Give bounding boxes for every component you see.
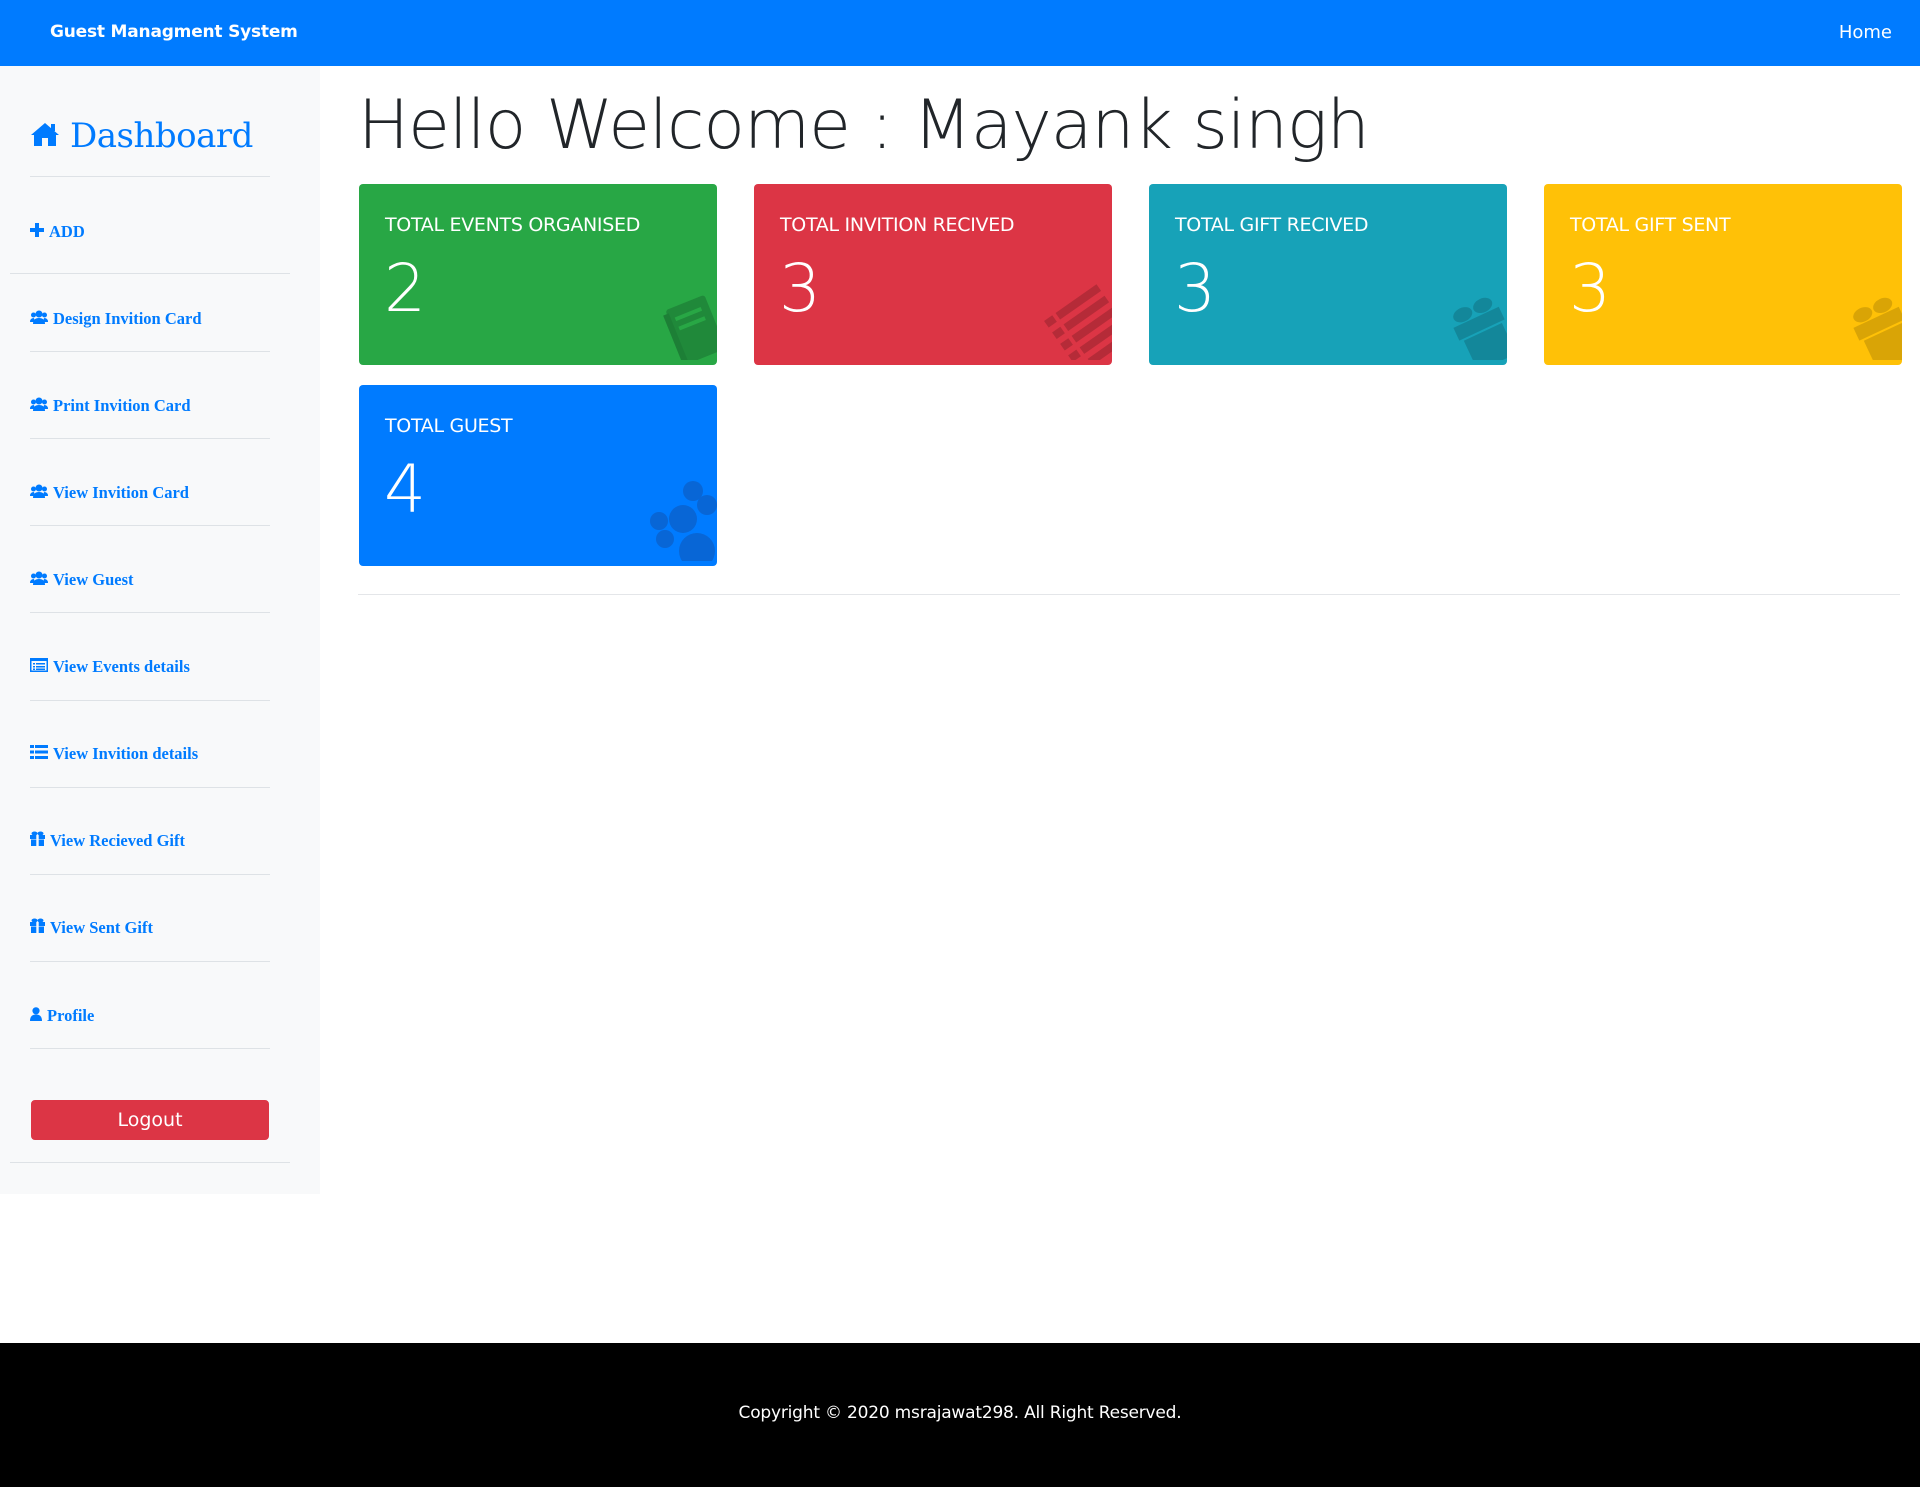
sidebar-item-add[interactable]: ADD: [30, 222, 85, 242]
footer: Copyright © 2020 msrajawat298. All Right…: [0, 1343, 1920, 1487]
sidebar-item-label: Print Invition Card: [53, 396, 191, 415]
card-value: 3: [1569, 250, 1611, 327]
gift-icon: [30, 918, 45, 938]
card-value: 4: [384, 451, 426, 528]
sidebar-item-label: View Invition Card: [53, 483, 189, 502]
stat-card-invitions: TOTAL INVITION RECIVED 3: [754, 184, 1112, 365]
divider: [30, 874, 270, 875]
home-icon: [30, 116, 60, 156]
plus-icon: [30, 222, 44, 242]
brand-link[interactable]: Guest Managment System: [50, 22, 298, 42]
card-value: 2: [384, 250, 426, 327]
card-title: TOTAL INVITION RECIVED: [780, 214, 1015, 236]
sidebar-item-label: View Recieved Gift: [50, 831, 186, 850]
divider: [30, 961, 270, 962]
divider: [30, 176, 270, 177]
sidebar-item-view-guest[interactable]: View Guest: [30, 570, 134, 590]
dashboard-title: Dashboard: [70, 116, 253, 156]
sidebar: Dashboard ADD Design Invition Card Print…: [0, 66, 320, 1194]
copyright-text: Copyright © 2020 msrajawat298. All Right…: [738, 1403, 1182, 1423]
top-navbar: Guest Managment System Home: [0, 0, 1920, 66]
divider: [30, 1048, 270, 1049]
users-icon: [30, 396, 48, 416]
welcome-heading: Hello Welcome : Mayank singh: [358, 86, 1370, 165]
users-icon: [30, 483, 48, 503]
divider: [30, 612, 270, 613]
users-icon: [645, 479, 717, 566]
card-title: TOTAL GIFT RECIVED: [1175, 214, 1369, 236]
dashboard-link[interactable]: Dashboard: [30, 116, 253, 156]
divider: [10, 273, 290, 274]
sidebar-item-label: Design Invition Card: [53, 309, 202, 328]
divider: [30, 438, 270, 439]
divider: [30, 525, 270, 526]
stat-card-guest: TOTAL GUEST 4: [359, 385, 717, 566]
card-title: TOTAL GUEST: [385, 415, 513, 437]
sidebar-item-label: View Invition details: [53, 744, 199, 763]
sidebar-item-label: ADD: [49, 222, 85, 241]
sidebar-item-label: Profile: [47, 1006, 95, 1025]
gift-icon: [1847, 290, 1902, 365]
card-value: 3: [779, 250, 821, 327]
stat-card-events: TOTAL EVENTS ORGANISED 2: [359, 184, 717, 365]
users-icon: [30, 309, 48, 329]
sidebar-item-label: View Guest: [53, 570, 134, 589]
book-icon: [657, 280, 717, 365]
sidebar-item-label: View Events details: [53, 657, 190, 676]
sidebar-item-view-events-details[interactable]: View Events details: [30, 657, 190, 677]
card-title: TOTAL GIFT SENT: [1570, 214, 1731, 236]
divider: [30, 700, 270, 701]
card-title: TOTAL EVENTS ORGANISED: [385, 214, 641, 236]
logout-button[interactable]: Logout: [31, 1100, 269, 1140]
stat-card-gift-sent: TOTAL GIFT SENT 3: [1544, 184, 1902, 365]
sidebar-item-view-recieved-gift[interactable]: View Recieved Gift: [30, 831, 185, 851]
gift-icon: [1447, 290, 1507, 365]
divider: [10, 1162, 290, 1163]
list-icon: [30, 744, 48, 764]
sidebar-item-view-sent-gift[interactable]: View Sent Gift: [30, 918, 153, 938]
sidebar-item-view-invition-card[interactable]: View Invition Card: [30, 483, 189, 503]
sidebar-item-design-invition-card[interactable]: Design Invition Card: [30, 309, 202, 329]
gift-icon: [30, 831, 45, 851]
sidebar-item-view-invition-details[interactable]: View Invition details: [30, 744, 198, 764]
stat-card-gift-recived: TOTAL GIFT RECIVED 3: [1149, 184, 1507, 365]
sidebar-item-profile[interactable]: Profile: [30, 1006, 94, 1026]
sidebar-item-print-invition-card[interactable]: Print Invition Card: [30, 396, 191, 416]
divider: [30, 787, 270, 788]
list-alt-icon: [30, 657, 48, 677]
content-divider: [358, 594, 1900, 595]
sidebar-item-label: View Sent Gift: [50, 918, 153, 937]
user-icon: [30, 1006, 42, 1026]
users-icon: [30, 570, 48, 590]
divider: [30, 351, 270, 352]
card-value: 3: [1174, 250, 1216, 327]
home-link[interactable]: Home: [1839, 22, 1892, 43]
list-icon: [1037, 280, 1112, 365]
